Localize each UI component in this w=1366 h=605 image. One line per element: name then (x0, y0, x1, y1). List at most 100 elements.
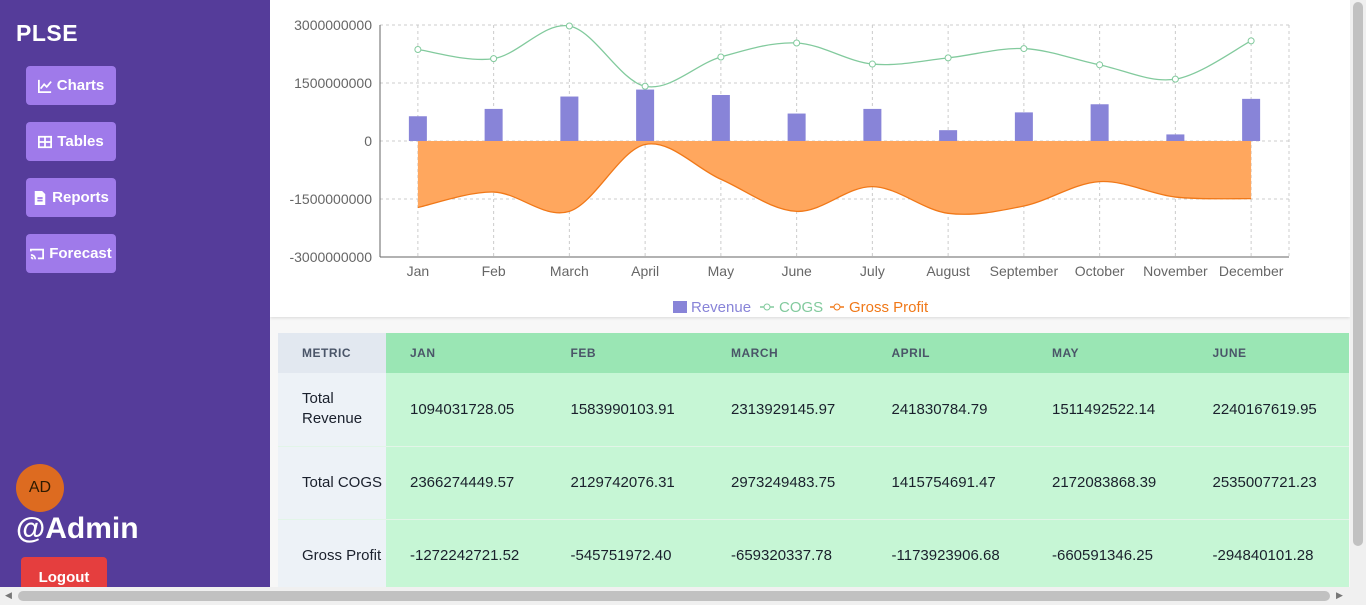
value-cell: -545751972.40 (546, 519, 707, 587)
x-tick-label: December (1219, 263, 1284, 279)
chart-legend: Revenue COGS Gross Profit (673, 299, 929, 316)
vertical-scroll-thumb[interactable] (1353, 2, 1363, 546)
column-header: APRIL (867, 333, 1028, 373)
y-tick-label: 1500000000 (294, 75, 372, 91)
legend-label: COGS (779, 299, 823, 316)
cogs-point (1171, 75, 1179, 83)
cogs-point (1096, 61, 1104, 69)
legend-label: Revenue (691, 299, 751, 316)
main-content: -3000000000 -1500000000 0 1500000000 3000000… (270, 0, 1350, 587)
revenue-bar (1014, 112, 1033, 141)
chart-card: -3000000000 -1500000000 0 1500000000 3000000… (270, 0, 1350, 317)
value-cell: 1583990103.91 (546, 373, 707, 447)
value-cell: 1415754691.47 (867, 446, 1028, 520)
document-icon (34, 190, 46, 205)
cogs-point (793, 39, 801, 47)
app-root: PLSE Charts Tables Reports Forecast AD @… (0, 0, 1366, 605)
scroll-right-arrow-icon[interactable]: ▶ (1336, 590, 1343, 601)
vertical-scrollbar[interactable] (1350, 0, 1366, 587)
metric-cell: Total COGS (278, 446, 386, 520)
nav-button-forecast[interactable]: Forecast (26, 234, 116, 273)
revenue-bar (787, 113, 806, 141)
x-tick-label: June (781, 263, 812, 279)
value-cell: 2535007721.23 (1188, 446, 1349, 520)
cast-icon (30, 248, 45, 259)
horizontal-scroll-thumb[interactable] (18, 591, 1330, 601)
legend-swatch-dot (763, 303, 771, 311)
table-row: Total COGS 2366274449.57 2129742076.31 2… (278, 446, 1349, 520)
x-tick-label: April (631, 263, 659, 279)
value-cell: -294840101.28 (1188, 519, 1349, 587)
revenue-bar (560, 96, 579, 141)
cogs-point (490, 55, 498, 63)
x-tick-label: September (990, 263, 1059, 279)
cogs-point (414, 46, 422, 54)
x-tick-label: Feb (482, 263, 506, 279)
value-cell: -1173923906.68 (867, 519, 1028, 587)
column-header: MAY (1028, 333, 1189, 373)
table-row: Total Revenue 1094031728.05 1583990103.9… (278, 373, 1349, 447)
cogs-point (717, 53, 725, 61)
legend-swatch-dot (833, 303, 841, 311)
revenue-bar (636, 89, 655, 141)
table-row: Gross Profit -1272242721.52 -545751972.4… (278, 519, 1349, 587)
y-tick-label: 0 (364, 133, 372, 149)
column-header: JAN (386, 333, 547, 373)
x-tick-label: March (550, 263, 589, 279)
gross-profit-area (417, 141, 1252, 215)
metric-cell: Total Revenue (278, 373, 386, 447)
nav-label-charts: Charts (56, 77, 105, 94)
table-icon (38, 135, 53, 148)
legend-label: Gross Profit (849, 299, 929, 316)
value-cell: 2240167619.95 (1188, 373, 1349, 447)
y-tick-label: -1500000000 (289, 191, 372, 207)
value-cell: -660591346.25 (1028, 519, 1189, 587)
scroll-left-arrow-icon[interactable]: ◀ (5, 590, 12, 601)
x-tick-label: Jan (407, 263, 430, 279)
cogs-point (1020, 45, 1028, 53)
sidebar: PLSE Charts Tables Reports Forecast AD @… (0, 0, 270, 591)
cogs-point (944, 54, 952, 62)
x-tick-label: August (926, 263, 970, 279)
nav-button-reports[interactable]: Reports (26, 178, 116, 217)
revenue-bar (484, 108, 503, 141)
value-cell: 1511492522.14 (1028, 373, 1189, 447)
cogs-line (417, 25, 1252, 88)
revenue-bar (1242, 98, 1261, 141)
value-cell: -1272242721.52 (386, 519, 547, 587)
y-tick-label: 3000000000 (294, 17, 372, 33)
logout-button[interactable]: Logout (21, 557, 107, 591)
x-tick-label: October (1075, 263, 1125, 279)
brand-title: PLSE (16, 20, 79, 46)
column-header: JUNE (1188, 333, 1349, 373)
cogs-point (1247, 37, 1255, 45)
nav-button-charts[interactable]: Charts (26, 66, 116, 105)
metrics-table: METRIC JAN FEB MARCH APRIL MAY JUNE Tota… (278, 333, 1349, 587)
cogs-point (565, 22, 573, 30)
y-tick-label: -3000000000 (289, 249, 372, 265)
value-cell: 2313929145.97 (707, 373, 868, 447)
avatar[interactable]: AD (16, 464, 64, 512)
nav-button-tables[interactable]: Tables (26, 122, 116, 161)
nav-label-reports: Reports (52, 189, 109, 206)
table-header-row: METRIC JAN FEB MARCH APRIL MAY JUNE (278, 333, 1349, 373)
nav-label-tables: Tables (57, 133, 104, 150)
horizontal-scrollbar[interactable]: ◀ ▶ (0, 587, 1366, 605)
metrics-table-section: METRIC JAN FEB MARCH APRIL MAY JUNE Tota… (278, 333, 1349, 587)
column-header: MARCH (707, 333, 868, 373)
revenue-bar (863, 108, 882, 141)
revenue-bar (1166, 134, 1185, 141)
composed-chart: -3000000000 -1500000000 0 1500000000 3000000… (289, 17, 1290, 316)
value-cell: 241830784.79 (867, 373, 1028, 447)
column-header: METRIC (278, 333, 386, 373)
username: @Admin (16, 512, 139, 545)
value-cell: 2366274449.57 (386, 446, 547, 520)
cogs-point (868, 60, 876, 68)
x-tick-label: May (708, 263, 734, 279)
value-cell: 2129742076.31 (546, 446, 707, 520)
value-cell: 2172083868.39 (1028, 446, 1189, 520)
nav-label-forecast: Forecast (49, 245, 112, 262)
cogs-point (641, 82, 649, 90)
metric-cell: Gross Profit (278, 519, 386, 587)
column-header: FEB (546, 333, 707, 373)
